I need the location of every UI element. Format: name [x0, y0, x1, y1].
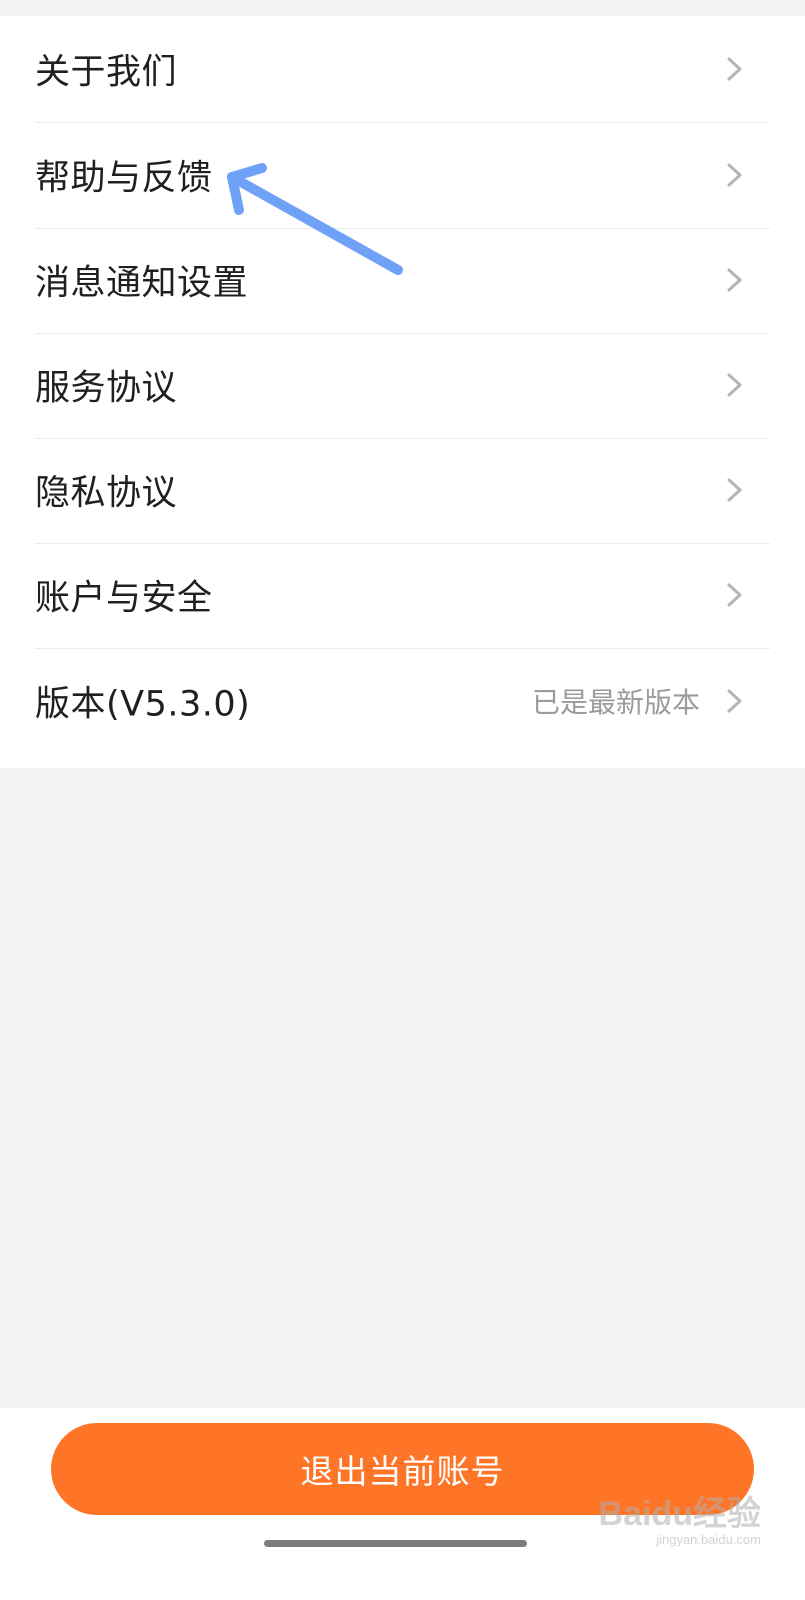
chevron-right-icon: [725, 582, 745, 608]
settings-item-label: 版本(V5.3.0): [35, 684, 251, 725]
chevron-right-icon: [725, 162, 745, 188]
settings-item-label: 关于我们: [35, 52, 178, 93]
home-indicator[interactable]: [264, 1540, 527, 1547]
settings-item-about-us[interactable]: 关于我们: [35, 16, 770, 123]
chevron-right-icon: [725, 477, 745, 503]
bottom-action-bar: 退出当前账号 Baidu经验 jingyan.baidu.com: [0, 1408, 805, 1600]
settings-item-account-security[interactable]: 账户与安全: [35, 542, 770, 649]
watermark-sub-text: jingyan.baidu.com: [656, 1532, 761, 1547]
settings-screen: 关于我们 帮助与反馈 消息通知设置 服务协议 隐私协议 账户与安全 版本(V5.…: [0, 0, 805, 1600]
settings-item-label: 账户与安全: [35, 578, 213, 619]
chevron-right-icon: [725, 372, 745, 398]
settings-item-service-agreement[interactable]: 服务协议: [35, 332, 770, 439]
chevron-right-icon: [725, 267, 745, 293]
settings-item-label: 消息通知设置: [35, 263, 249, 304]
settings-item-label: 隐私协议: [35, 473, 178, 514]
settings-item-version[interactable]: 版本(V5.3.0) 已是最新版本: [35, 648, 770, 754]
settings-item-label: 服务协议: [35, 368, 178, 409]
version-status: 已是最新版本: [531, 686, 700, 719]
logout-button[interactable]: 退出当前账号: [51, 1423, 754, 1515]
chevron-right-icon: [725, 56, 745, 82]
settings-item-help-feedback[interactable]: 帮助与反馈: [35, 122, 770, 229]
chevron-right-icon: [725, 688, 745, 714]
settings-item-label: 帮助与反馈: [35, 158, 213, 199]
settings-item-notification-settings[interactable]: 消息通知设置: [35, 227, 770, 334]
settings-item-privacy-agreement[interactable]: 隐私协议: [35, 437, 770, 544]
settings-list: 关于我们 帮助与反馈 消息通知设置 服务协议 隐私协议 账户与安全 版本(V5.…: [0, 16, 805, 768]
